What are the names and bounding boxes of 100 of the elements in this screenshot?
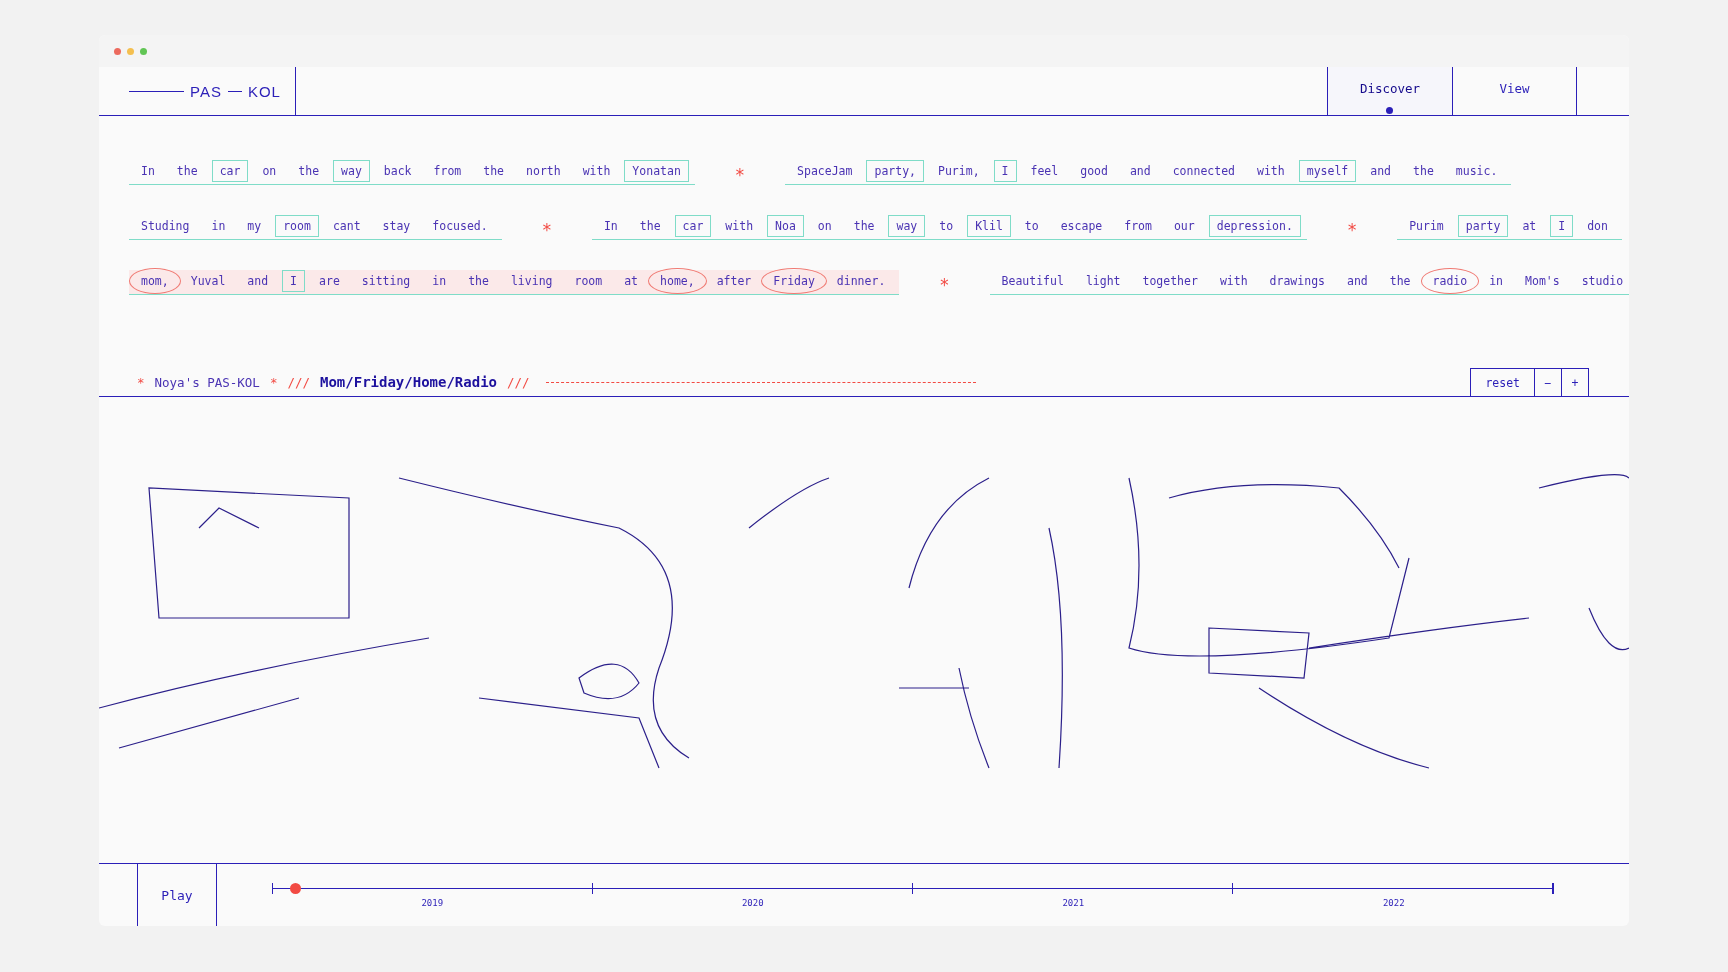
word: and xyxy=(1369,163,1393,180)
year-label: 2019 xyxy=(420,897,445,908)
word: sitting xyxy=(360,273,412,290)
nav-tab[interactable]: View xyxy=(1452,67,1577,115)
tagged-word: party xyxy=(1457,215,1509,237)
word: the xyxy=(482,163,506,180)
word: Purim, xyxy=(937,163,981,180)
word: living xyxy=(509,273,554,290)
sentence-strip[interactable]: In the car with Noa on the way to Klil to escape from our depression. xyxy=(591,215,1307,240)
word: In xyxy=(602,218,619,235)
word: Beautiful xyxy=(1000,273,1065,290)
asterisk-label: * xyxy=(137,374,145,390)
window-control-button[interactable] xyxy=(114,47,121,55)
word: the xyxy=(297,163,321,180)
word: and xyxy=(246,273,270,290)
word: the xyxy=(852,218,876,235)
word: from xyxy=(1123,218,1153,235)
window-control-button[interactable] xyxy=(140,47,147,55)
word: after xyxy=(715,273,753,290)
word: Yuval xyxy=(189,273,227,290)
timeline-track[interactable] xyxy=(272,882,1554,894)
tagged-word: way xyxy=(333,160,370,182)
asterisk-label: * xyxy=(269,374,278,390)
year-label: 2022 xyxy=(1381,897,1406,908)
tagged-word: car xyxy=(211,160,249,182)
word: drawings xyxy=(1268,273,1326,290)
word: with xyxy=(581,163,612,180)
word: don xyxy=(1586,218,1609,235)
word: the xyxy=(175,163,199,180)
playhead-handle[interactable] xyxy=(289,882,301,894)
sentence-strip[interactable]: mom, Yuval and I are sitting in the living room at home, after Friday dinner. xyxy=(129,270,900,295)
tagged-word: I xyxy=(1550,215,1574,237)
word: Mom's xyxy=(1524,273,1561,290)
word: north xyxy=(525,163,562,180)
selection-title: Mom/Friday/Home/Radio xyxy=(320,374,497,390)
play-button[interactable]: Play xyxy=(137,864,217,926)
tagged-word: myself xyxy=(1298,160,1357,182)
separator-label: * xyxy=(1345,220,1359,240)
word: the xyxy=(467,273,490,290)
word: on xyxy=(261,163,278,180)
word: my xyxy=(246,218,263,235)
tagged-word: I xyxy=(993,160,1017,182)
sentence-strip[interactable]: SpaceJam party, Purim, I feel good and connected with myself and the music. xyxy=(785,160,1512,185)
owner-label: Noya's PAS-KOL xyxy=(154,374,260,390)
word: at xyxy=(1521,218,1538,235)
word: Studing xyxy=(140,218,191,235)
logo-text: KOL xyxy=(247,82,281,100)
word: with xyxy=(724,218,755,235)
sentence-strip[interactable]: Studing in my room cant stay focused. xyxy=(129,215,502,240)
word: to xyxy=(938,218,955,235)
sentence-strip[interactable]: Purim party at I don xyxy=(1397,215,1622,240)
separator-label: * xyxy=(540,220,553,240)
word: and xyxy=(1346,273,1369,290)
slash-mark: /// xyxy=(287,374,310,390)
word: the xyxy=(1412,163,1435,180)
word: dinner. xyxy=(835,273,887,290)
word: our xyxy=(1172,218,1196,235)
tagged-word: Klil xyxy=(967,215,1011,237)
word: good xyxy=(1079,163,1109,180)
word: connected xyxy=(1171,163,1236,180)
reset-button[interactable]: reset xyxy=(1470,368,1535,396)
word: in xyxy=(210,218,227,235)
word: in xyxy=(1488,273,1505,290)
logo-rule xyxy=(227,90,242,92)
tagged-word: way xyxy=(888,215,926,237)
word: Purim xyxy=(1408,218,1445,235)
word: the xyxy=(1388,273,1412,290)
word: at xyxy=(623,273,640,290)
tagged-word: room xyxy=(275,215,319,237)
word: room xyxy=(573,273,604,290)
word: SpaceJam xyxy=(796,163,854,180)
word: In xyxy=(140,163,156,180)
window-control-button[interactable] xyxy=(127,47,134,55)
word: on xyxy=(816,218,833,235)
tagged-word: I xyxy=(282,270,306,292)
tagged-word: Noa xyxy=(767,215,804,237)
word: music. xyxy=(1454,163,1499,180)
sentence-strip[interactable]: Beautiful light together with drawings and the radio in Mom's studio xyxy=(989,270,1629,295)
word: with xyxy=(1256,163,1286,180)
nav-tab[interactable]: Discover xyxy=(1327,67,1452,115)
zoom-in-button[interactable]: + xyxy=(1561,368,1589,396)
word: feel xyxy=(1029,163,1060,180)
logo-rule xyxy=(129,90,184,92)
tagged-word: car xyxy=(674,215,712,237)
slash-mark: /// xyxy=(507,374,530,390)
year-label: 2021 xyxy=(1061,897,1086,908)
word: studio xyxy=(1580,273,1625,290)
word: in xyxy=(431,273,448,290)
tagged-word: party, xyxy=(866,160,924,182)
separator-label: * xyxy=(938,275,951,295)
word: to xyxy=(1023,218,1040,235)
active-indicator-icon xyxy=(1386,107,1393,114)
year-label: 2020 xyxy=(740,897,765,908)
word: are xyxy=(318,273,341,290)
word: and xyxy=(1128,163,1152,180)
separator-label: * xyxy=(733,165,747,185)
tagged-word: depression. xyxy=(1208,215,1301,237)
tagged-word: Yonatan xyxy=(624,160,689,182)
word: light xyxy=(1084,273,1122,290)
sentence-strip[interactable]: In the car on the way back from the north with Yonatan xyxy=(129,160,695,185)
